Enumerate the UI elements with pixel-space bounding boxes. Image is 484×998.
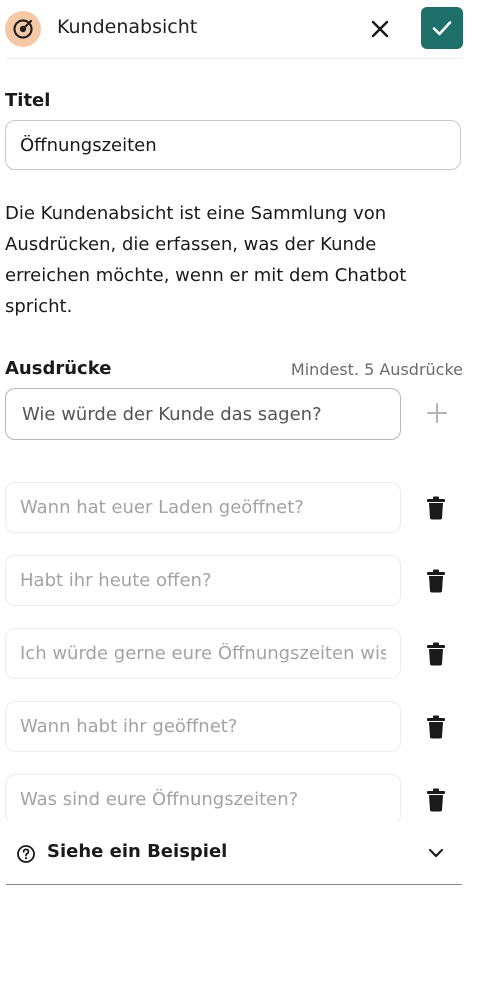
delete-expression-button[interactable] <box>424 640 448 668</box>
plus-icon <box>427 403 447 423</box>
delete-expression-button[interactable] <box>424 786 448 814</box>
trash-icon <box>427 496 445 520</box>
expression-item[interactable]: Wann habt ihr geöffnet? <box>5 701 401 752</box>
title-input[interactable] <box>5 120 461 170</box>
expression-text: Wann hat euer Laden geöffnet? <box>20 497 304 518</box>
expression-item[interactable]: Habt ihr heute offen? <box>5 555 401 606</box>
help-circle-icon <box>17 845 35 863</box>
close-icon <box>371 20 389 38</box>
title-label: Titel <box>5 90 51 111</box>
delete-expression-button[interactable] <box>424 713 448 741</box>
expression-text: Was sind eure Öffnungszeiten? <box>20 789 299 810</box>
new-expression-input[interactable] <box>5 388 401 440</box>
trash-icon <box>427 715 445 739</box>
example-divider <box>6 884 462 885</box>
delete-expression-button[interactable] <box>424 567 448 595</box>
check-icon <box>432 21 452 36</box>
close-button[interactable] <box>366 15 394 43</box>
expressions-label: Ausdrücke <box>5 358 112 379</box>
target-icon <box>5 11 41 47</box>
trash-icon <box>427 569 445 593</box>
add-expression-button[interactable] <box>422 398 452 428</box>
header: Kundenabsicht <box>0 0 484 58</box>
delete-expression-button[interactable] <box>424 494 448 522</box>
expression-item[interactable]: Ich würde gerne eure Öffnungszeiten wiss… <box>5 628 401 679</box>
chevron-down-icon[interactable] <box>426 843 446 863</box>
expression-item[interactable]: Wann hat euer Laden geöffnet? <box>5 482 401 533</box>
expression-text: Habt ihr heute offen? <box>20 570 212 591</box>
confirm-button[interactable] <box>421 7 463 49</box>
example-toggle[interactable]: Siehe ein Beispiel <box>0 822 484 884</box>
trash-icon <box>427 642 445 666</box>
minimum-hint: Mindest. 5 Ausdrücke <box>290 360 463 379</box>
trash-icon <box>427 788 445 812</box>
page-title: Kundenabsicht <box>57 16 198 38</box>
example-label: Siehe ein Beispiel <box>47 841 228 862</box>
expression-item[interactable]: Was sind eure Öffnungszeiten? <box>5 774 401 825</box>
header-divider <box>6 58 462 59</box>
description-text: Die Kundenabsicht ist eine Sammlung von … <box>5 203 407 317</box>
expression-text: Wann habt ihr geöffnet? <box>20 716 238 737</box>
expression-text: Ich würde gerne eure Öffnungszeiten wiss… <box>20 643 386 664</box>
